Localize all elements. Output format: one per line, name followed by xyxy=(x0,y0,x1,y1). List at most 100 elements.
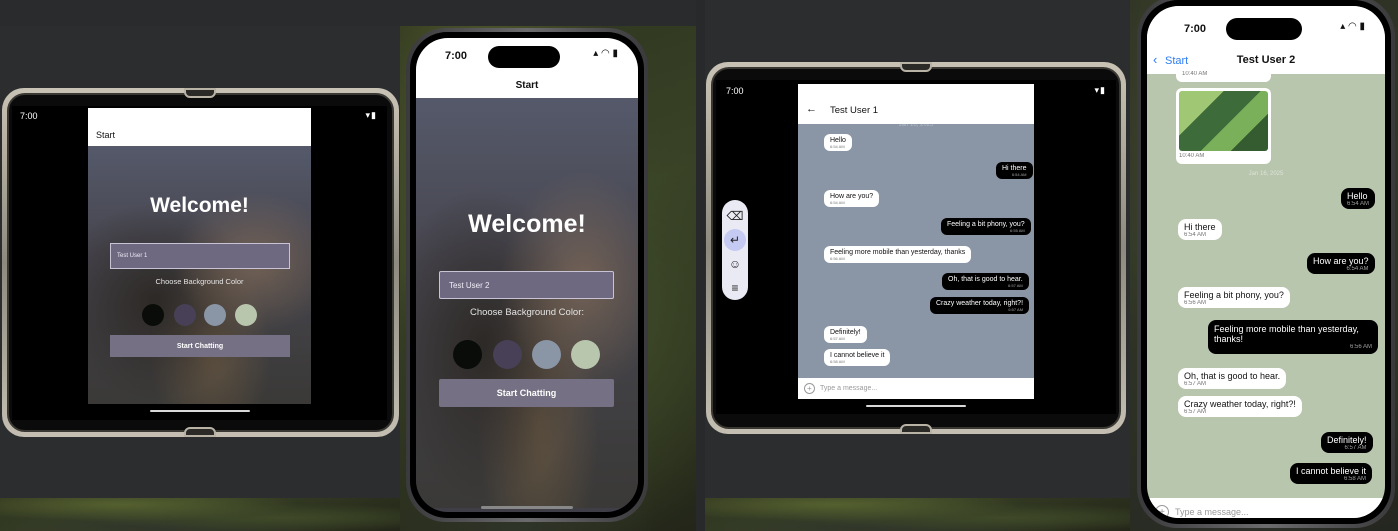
chat-title: Test User 1 xyxy=(830,105,879,116)
color-swatch-sage[interactable] xyxy=(571,340,600,369)
message-text: Crazy weather today, right?! xyxy=(1184,399,1296,409)
menu-icon[interactable]: ≡ xyxy=(724,277,746,299)
message-time: 6:58 AM xyxy=(830,359,845,364)
message-bubble[interactable]: Hi there 6:54 AM xyxy=(1178,219,1222,240)
message-text: Hello xyxy=(1347,191,1368,201)
iphone-device-1: 7:00 ▴ ◠ ▮ Start Welcome! Test User 2 Ch… xyxy=(406,28,648,522)
hinge-top xyxy=(184,88,216,98)
add-attachment-icon[interactable]: + xyxy=(1155,505,1169,518)
fold1-screen: 7:00 ▾▮ Start Welcome! Test User 1 Choos… xyxy=(12,106,387,420)
start-chatting-button[interactable]: Start Chatting xyxy=(110,335,290,357)
message-time: 6:54 AM xyxy=(1347,201,1370,207)
emoji-icon[interactable]: ☺ xyxy=(724,253,746,275)
signal-battery-icon: ▾▮ xyxy=(1094,85,1106,95)
message-time: 10:40 AM xyxy=(1182,71,1208,77)
keyboard-toolbar: ⌫ ↵ ☺ ≡ xyxy=(722,200,748,300)
start-background-image xyxy=(416,98,638,508)
message-text: Feeling a bit phony, you? xyxy=(947,221,1025,228)
welcome-heading: Welcome! xyxy=(468,210,586,238)
nav-title: Start xyxy=(515,80,539,91)
chat-header: ← Test User 1 xyxy=(798,84,1034,124)
message-text: Oh, that is good to hear. xyxy=(1184,371,1281,381)
iphone2-display: 7:00 ▴ ◠ ▮ ‹ Start Test User 2 10:40 AM … xyxy=(1147,6,1385,518)
status-time: 7:00 xyxy=(20,111,38,121)
composer-placeholder: Type a message... xyxy=(820,385,878,392)
name-input[interactable]: Test User 2 xyxy=(439,271,614,299)
message-bubble[interactable]: I cannot believe it 6:58 AM xyxy=(824,349,891,366)
message-text: I cannot believe it xyxy=(1296,466,1367,476)
hinge-top xyxy=(900,62,932,72)
color-swatch-grey-blue[interactable] xyxy=(204,304,226,326)
message-bubble[interactable]: Hello 6:54 AM xyxy=(824,134,852,151)
message-bubble[interactable]: Feeling more mobile than yesterday, than… xyxy=(1208,320,1378,354)
message-bubble-image[interactable]: 10:40 AM xyxy=(1176,68,1271,82)
message-bubble[interactable]: Crazy weather today, right?! 6:57 AM xyxy=(930,297,1030,314)
hinge-bottom xyxy=(184,427,216,437)
message-bubble[interactable]: Oh, that is good to hear. 6:57 AM xyxy=(1178,368,1287,389)
date-separator: Jan 16, 2025 xyxy=(1248,171,1284,177)
message-bubble[interactable]: I cannot believe it 6:58 AM xyxy=(1290,463,1373,484)
home-indicator xyxy=(866,405,966,407)
iphone-bezel: 7:00 ▴ ◠ ▮ Start Welcome! Test User 2 Ch… xyxy=(410,32,644,518)
status-time: 7:00 xyxy=(445,50,468,62)
signal-battery-icon: ▾▮ xyxy=(365,110,377,120)
message-composer[interactable]: + Type a message... xyxy=(1147,498,1385,518)
message-composer[interactable]: + Type a message... xyxy=(798,378,1034,399)
add-attachment-icon[interactable]: + xyxy=(804,383,815,394)
message-time: 6:56 AM xyxy=(1184,300,1207,306)
iphone-device-2: 7:00 ▴ ◠ ▮ ‹ Start Test User 2 10:40 AM … xyxy=(1137,0,1395,528)
color-swatch-sage[interactable] xyxy=(235,304,257,326)
backspace-icon[interactable]: ⌫ xyxy=(724,205,746,227)
choose-color-label: Choose Background Color xyxy=(155,277,244,286)
message-time: 6:57 AM xyxy=(1008,283,1023,288)
name-input[interactable]: Test User 1 xyxy=(110,243,290,269)
message-text: How are you? xyxy=(1313,256,1369,266)
message-time: 6:54 AM xyxy=(830,144,845,149)
message-bubble[interactable]: How are you? 6:54 AM xyxy=(1307,253,1375,274)
signal-wifi-battery-icon: ▴ ◠ ▮ xyxy=(593,48,618,59)
message-bubble[interactable]: Hello 6:54 AM xyxy=(1341,188,1376,209)
message-time: 6:55 AM xyxy=(1010,228,1025,233)
back-arrow-icon[interactable]: ← xyxy=(806,103,817,115)
color-swatch-black[interactable] xyxy=(453,340,482,369)
home-indicator xyxy=(481,506,573,509)
message-text: Feeling more mobile than yesterday, than… xyxy=(1214,324,1359,344)
message-text: I cannot believe it xyxy=(830,352,885,359)
message-time: 6:54 AM xyxy=(1011,172,1027,177)
color-swatch-grey-blue[interactable] xyxy=(532,340,561,369)
message-text: Hello xyxy=(830,137,846,144)
message-bubble[interactable]: Feeling a bit phony, you? 6:55 AM xyxy=(941,218,1031,235)
message-bubble-image[interactable]: 10:40 AM xyxy=(1176,88,1271,164)
message-bubble[interactable]: Definitely! 6:57 AM xyxy=(824,326,867,343)
dynamic-island xyxy=(1226,18,1302,40)
message-time: 6:58 AM xyxy=(1344,476,1367,482)
message-bubble[interactable]: Oh, that is good to hear. 6:57 AM xyxy=(942,273,1029,290)
color-swatch-purple[interactable] xyxy=(174,304,196,326)
welcome-heading: Welcome! xyxy=(150,194,249,217)
message-text: Definitely! xyxy=(1327,435,1367,445)
start-chatting-button[interactable]: Start Chatting xyxy=(439,379,614,407)
message-text: Definitely! xyxy=(830,329,861,336)
message-bubble[interactable]: Feeling a bit phony, you? 6:56 AM xyxy=(1178,287,1290,308)
message-time: 6:56 AM xyxy=(830,256,845,261)
message-bubble[interactable]: Crazy weather today, right?! 6:57 AM xyxy=(1178,396,1302,417)
message-text: Hi there xyxy=(1184,222,1216,232)
shared-image xyxy=(1179,91,1268,151)
status-time: 7:00 xyxy=(1184,23,1207,35)
color-swatch-purple[interactable] xyxy=(493,340,522,369)
enter-icon[interactable]: ↵ xyxy=(724,229,746,251)
color-swatch-black[interactable] xyxy=(142,304,164,326)
choose-color-label: Choose Background Color: xyxy=(469,307,585,318)
status-time: 7:00 xyxy=(726,86,744,96)
message-bubble[interactable]: Hi there 6:54 AM xyxy=(996,162,1033,179)
message-time: 6:54 AM xyxy=(1346,266,1369,272)
chat-header: 7:00 ▴ ◠ ▮ ‹ Start Test User 2 xyxy=(1147,6,1385,74)
start-background-image xyxy=(88,146,311,404)
message-bubble[interactable]: Definitely! 6:57 AM xyxy=(1321,432,1373,453)
hinge-bottom xyxy=(900,424,932,434)
message-time: 6:57 AM xyxy=(1184,409,1207,415)
name-input-value: Test User 2 xyxy=(449,280,490,290)
message-bubble[interactable]: Feeling more mobile than yesterday, than… xyxy=(824,246,972,263)
message-bubble[interactable]: How are you? 6:54 AM xyxy=(824,190,880,207)
message-time: 6:57 AM xyxy=(830,336,845,341)
